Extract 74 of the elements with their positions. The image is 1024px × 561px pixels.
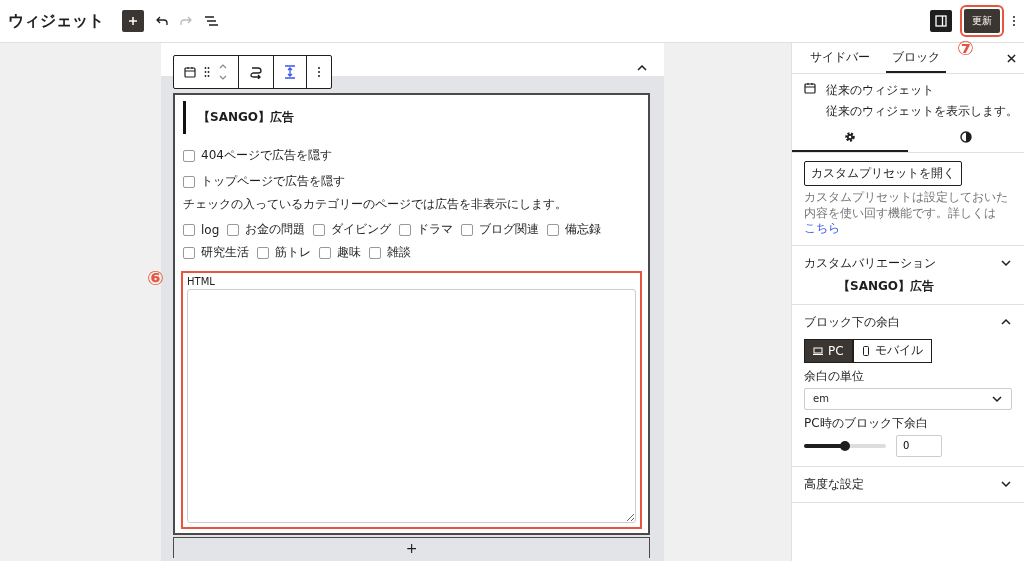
checkbox-label: log [201, 222, 220, 237]
close-icon[interactable] [1007, 53, 1016, 63]
height-icon[interactable] [284, 65, 296, 79]
checkbox-label: ダイビング [331, 221, 392, 238]
drag-handle-icon[interactable] [204, 67, 210, 77]
phone-icon [861, 345, 870, 356]
chevron-icon[interactable] [991, 394, 1003, 403]
plus-icon [128, 16, 138, 26]
chevron-icon[interactable] [1000, 259, 1012, 268]
checkbox-label: 筋トレ [275, 244, 311, 261]
annotation-number: ⑦ [957, 38, 974, 58]
more-icon[interactable] [317, 66, 321, 78]
move-arrows-icon[interactable] [218, 63, 228, 81]
html-label: HTML [187, 276, 216, 287]
settings-icon [844, 131, 856, 143]
checkbox-label: ブログ関連 [479, 221, 540, 238]
checkbox-label: 雑談 [387, 244, 411, 261]
slider-label: PC時のブロック下余白 [804, 414, 929, 432]
checkbox[interactable] [183, 223, 195, 236]
calendar-icon [804, 82, 816, 94]
checkbox-label: お金の問題 [245, 221, 306, 238]
variation-value: 【SANGO】広告 [838, 277, 936, 295]
category-note: チェックの入っているカテゴリーのページでは広告を非表示にします。 [183, 196, 568, 213]
unit-select[interactable]: em [804, 387, 1012, 410]
panel-title[interactable]: ブロック下の余白 [804, 313, 900, 331]
slider-thumb[interactable] [840, 440, 850, 451]
checkbox[interactable] [461, 223, 474, 236]
number-field[interactable]: 0 [896, 434, 942, 457]
sidebar-icon [935, 15, 947, 27]
list-view-icon[interactable] [204, 16, 218, 26]
checkbox[interactable] [319, 246, 331, 259]
panel-title[interactable]: カスタムバリエーション [804, 254, 936, 272]
add-block-button[interactable] [122, 10, 144, 32]
checkbox[interactable] [547, 223, 560, 236]
device-toggle[interactable]: モバイル [852, 338, 932, 363]
annotation-number: ⑥ [147, 268, 164, 288]
block-description: 従来のウィジェットを表示します。 [826, 103, 1018, 120]
chevron-icon[interactable] [1000, 318, 1012, 327]
block-name: 従来のウィジェット [826, 82, 935, 99]
sidebar-tab[interactable]: ブロック [886, 43, 946, 73]
sidebar-toggle-button[interactable] [930, 10, 952, 32]
calendar-icon[interactable] [184, 66, 196, 78]
checkbox-label: ドラマ [417, 221, 454, 238]
checkbox[interactable] [183, 175, 195, 188]
checkbox-label: 趣味 [337, 244, 361, 261]
more-icon[interactable] [1012, 15, 1016, 27]
checkbox[interactable] [183, 149, 195, 162]
checkbox[interactable] [227, 223, 240, 236]
transform-icon[interactable] [249, 65, 263, 79]
checkbox-label: 研究生活 [201, 244, 249, 261]
checkbox[interactable] [313, 223, 326, 236]
preset-button[interactable]: カスタムプリセットを開く [804, 161, 962, 186]
undo-icon[interactable] [156, 16, 168, 26]
slider-track[interactable] [804, 443, 886, 448]
page-title: ウィジェット [8, 10, 104, 32]
checkbox-label: 備忘録 [565, 221, 602, 238]
sidebar-tab[interactable]: サイドバー [804, 43, 876, 73]
device-toggle[interactable]: PC [804, 338, 853, 363]
add-block-appender[interactable]: + [173, 537, 650, 558]
panel-title[interactable]: 高度な設定 [804, 475, 864, 493]
preset-help: カスタムプリセットは設定しておいた内容を使い回す機能です。詳しくは こちら [804, 190, 1009, 237]
checkbox[interactable] [399, 223, 412, 236]
chevron-icon[interactable] [636, 64, 648, 72]
checkbox[interactable] [183, 246, 195, 259]
checkbox[interactable] [369, 246, 381, 259]
contrast-icon [960, 131, 972, 143]
laptop-icon [813, 346, 823, 355]
chevron-icon[interactable] [1000, 480, 1012, 489]
widget-title: 【SANGO】広告 [183, 101, 642, 134]
unit-label: 余白の単位 [804, 367, 865, 385]
checkbox[interactable] [257, 246, 269, 259]
help-link[interactable]: こちら [804, 221, 840, 236]
checkbox-label: トップページで広告を隠す [201, 173, 345, 190]
checkbox-label: 404ページで広告を隠す [201, 147, 332, 164]
